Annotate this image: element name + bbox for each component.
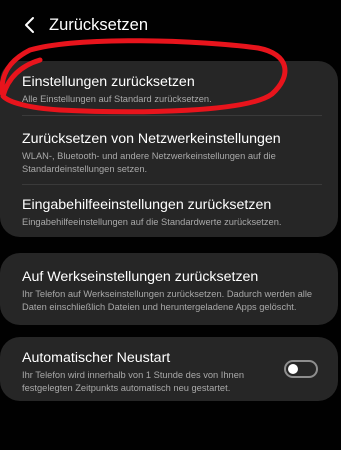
chevron-left-icon [25,17,34,33]
auto-restart-item[interactable]: Automatischer Neustart Ihr Telefon wird … [22,349,268,394]
item-description: Ihr Telefon auf Werkseinstellungen zurüc… [22,289,313,312]
item-title: Auf Werkseinstellungen zurücksetzen [22,269,259,285]
reset-settings-item[interactable]: Einstellungen zurücksetzen Alle Einstell… [22,73,330,106]
auto-restart-toggle[interactable] [284,360,318,378]
item-description: Eingabehilfeeinstellungen auf die Standa… [22,217,282,227]
divider [22,115,322,116]
item-title: Zurücksetzen von Netzwerkeinstellungen [22,131,281,147]
item-title: Automatischer Neustart [22,350,171,366]
page-title: Zurücksetzen [49,16,149,34]
reset-options-card: Einstellungen zurücksetzen Alle Einstell… [0,61,338,237]
auto-restart-card: Automatischer Neustart Ihr Telefon wird … [0,337,338,401]
item-description: Ihr Telefon wird innerhalb von 1 Stunde … [22,370,245,393]
item-description: WLAN-, Bluetooth- und andere Netzwerkein… [22,151,276,174]
factory-reset-item[interactable]: Auf Werkseinstellungen zurücksetzen Ihr … [22,268,330,313]
app-bar: Zurücksetzen [0,0,341,52]
item-description: Alle Einstellungen auf Standard zurückse… [22,94,212,104]
item-title: Eingabehilfeeinstellungen zurücksetzen [22,197,272,213]
reset-accessibility-settings-item[interactable]: Eingabehilfeeinstellungen zurücksetzen E… [22,196,330,229]
divider [22,184,322,185]
reset-network-settings-item[interactable]: Zurücksetzen von Netzwerkeinstellungen W… [22,130,330,175]
factory-reset-card: Auf Werkseinstellungen zurücksetzen Ihr … [0,253,338,325]
back-button[interactable] [18,14,40,36]
toggle-knob [288,364,298,374]
item-title: Einstellungen zurücksetzen [22,74,195,90]
